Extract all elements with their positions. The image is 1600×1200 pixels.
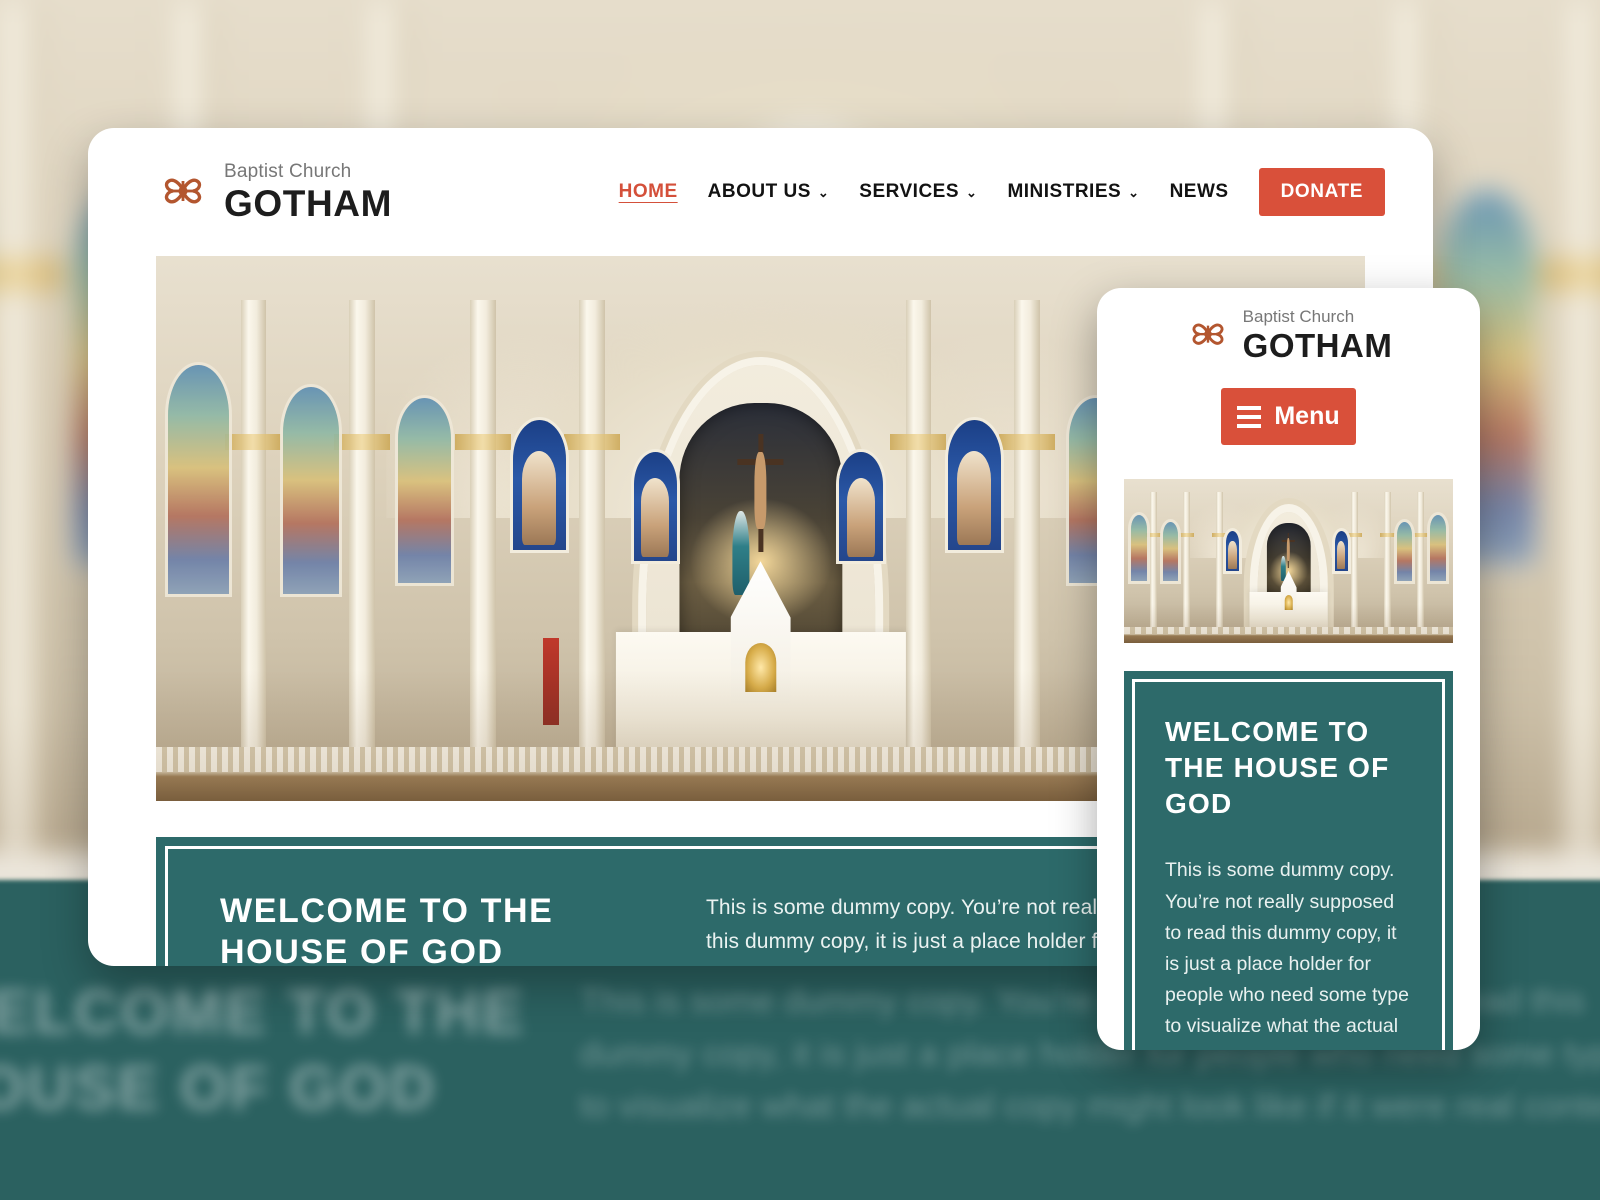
screenshot-stage: WELCOME TO THE HOUSE OF GOD This is some… <box>0 0 1600 1200</box>
donate-button[interactable]: DONATE <box>1258 168 1385 216</box>
nav-item-home-label: HOME <box>618 181 678 202</box>
chevron-down-icon: ⌄ <box>966 184 978 200</box>
desktop-site-header: Baptist Church GOTHAM HOME ABOUT US ⌄ SE… <box>88 128 1433 256</box>
brand-subtitle: Baptist Church <box>224 161 352 182</box>
mobile-preview-card: Baptist Church GOTHAM Menu WELCOME TO TH… <box>1097 288 1480 1050</box>
brand-name: GOTHAM <box>224 183 393 224</box>
mobile-menu-label: Menu <box>1274 402 1340 430</box>
mobile-brand-subtitle: Baptist Church <box>1242 307 1355 326</box>
mobile-welcome-paragraph: This is some dummy copy. You’re not real… <box>1165 859 1413 1050</box>
desktop-welcome-heading: WELCOME TO THE HOUSE OF GOD <box>220 892 554 966</box>
mobile-site-header: Baptist Church GOTHAM Menu <box>1097 288 1480 445</box>
nav-item-news-label: NEWS <box>1169 181 1229 202</box>
mobile-welcome-section: WELCOME TO THE HOUSE OF GOD This is some… <box>1124 671 1453 1050</box>
nav-item-home[interactable]: HOME <box>619 181 678 203</box>
nav-item-services-label: SERVICES <box>859 181 960 202</box>
nav-item-about-us[interactable]: ABOUT US ⌄ <box>708 181 830 203</box>
nav-item-about-us-label: ABOUT US <box>707 181 811 202</box>
site-logo[interactable]: Baptist Church GOTHAM <box>156 162 392 222</box>
mobile-welcome-heading: WELCOME TO THE HOUSE OF GOD <box>1165 716 1390 819</box>
mobile-brand-name: GOTHAM <box>1242 327 1393 364</box>
nav-item-services[interactable]: SERVICES ⌄ <box>859 181 977 203</box>
hamburger-icon <box>1237 405 1262 428</box>
nav-item-ministries-label: MINISTRIES <box>1007 181 1122 202</box>
mobile-menu-button[interactable]: Menu <box>1221 388 1356 445</box>
desktop-main-nav: HOME ABOUT US ⌄ SERVICES ⌄ MINISTRIES ⌄ … <box>619 168 1385 216</box>
mobile-hero-image <box>1124 479 1453 643</box>
nav-item-ministries[interactable]: MINISTRIES ⌄ <box>1007 181 1139 203</box>
chevron-down-icon: ⌄ <box>817 184 830 200</box>
flower-cross-logo-icon <box>164 178 202 204</box>
flower-cross-logo-icon <box>1192 323 1224 345</box>
chevron-down-icon: ⌄ <box>1128 184 1140 200</box>
nav-item-news[interactable]: NEWS <box>1170 181 1229 203</box>
mobile-site-logo[interactable]: Baptist Church GOTHAM <box>1097 308 1480 362</box>
